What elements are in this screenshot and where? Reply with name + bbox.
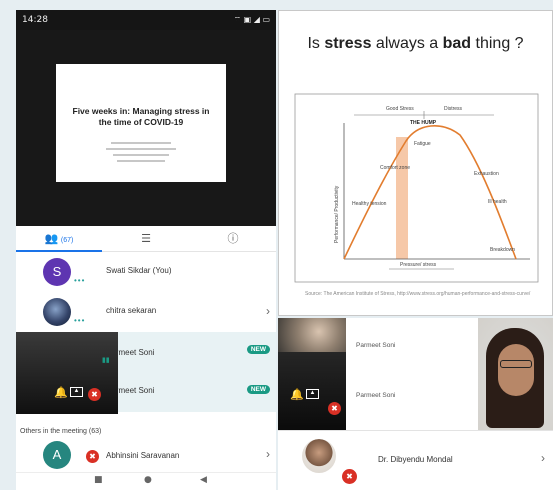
back-icon[interactable]: ◀ (200, 475, 207, 485)
participant-name: Parmeet Soni (356, 342, 396, 349)
tab-info[interactable]: ⓘ (190, 226, 276, 252)
mic-off-icon: ✖ (328, 402, 341, 415)
meet-phone-screen: 14:28 ⌔ ▣ ◢ ▭ Five weeks in: Managing st… (16, 10, 276, 490)
participant-name: Parmeet Soni (356, 392, 396, 399)
status-time: 14:28 (22, 15, 48, 25)
slide-text-line (117, 160, 165, 162)
chevron-right-icon[interactable]: › (266, 304, 270, 318)
slide-title-bold: bad (442, 35, 472, 52)
mic-off-icon: ✖ (86, 450, 99, 463)
audio-level-icon: ▮▮ (102, 356, 110, 364)
avatar (302, 439, 336, 473)
tab-chat[interactable]: ☰ (103, 226, 189, 252)
label-breakdown: Breakdown (490, 247, 515, 253)
pin-icon[interactable]: 🔔 (290, 388, 304, 401)
participant-video-tile[interactable]: ▮▮ 🔔 ▲ ✖ (16, 332, 118, 414)
status-icons: ⌔ ▣ ◢ ▭ (233, 15, 270, 24)
slide-title: Is stress always a bad thing ? (279, 35, 552, 53)
chevron-right-icon[interactable]: › (541, 451, 545, 465)
participant-name: Dr. Dibyendu Mondal (378, 455, 453, 464)
slide-text-line (111, 142, 171, 144)
label-distress: Distress (444, 106, 463, 112)
slide-text-line (113, 154, 169, 156)
label-good-stress: Good Stress (386, 106, 414, 112)
label-hump: THE HUMP (410, 120, 437, 126)
slide-title-text: Is (307, 35, 325, 52)
mic-off-icon: ✖ (342, 469, 357, 484)
avatar: S (43, 258, 71, 286)
slide-title-bold: stress (324, 35, 372, 52)
presenting-icon[interactable]: ▲ (70, 387, 83, 397)
slide-text-line (106, 148, 176, 150)
label-healthy-tension: Healthy tension (352, 201, 387, 207)
speaker-face (498, 344, 534, 396)
shared-slide: Is stress always a bad thing ? Good Stre… (278, 10, 553, 316)
label-ill-health: Ill health (488, 199, 507, 205)
y-axis-label: Performance/ Productivity (334, 185, 340, 243)
slide-source: Source: The American Institute of Stress… (305, 291, 531, 297)
new-badge: NEW (246, 345, 270, 354)
participant-video-tile[interactable]: 🔔 ▲ ✖ (278, 352, 346, 430)
participant-name: Abhinsini Saravanan (106, 451, 180, 460)
tab-people[interactable]: 👥 (67) (16, 226, 102, 252)
pin-icon[interactable]: 🔔 (54, 386, 68, 399)
recents-icon[interactable]: ■ (94, 475, 103, 485)
people-icon: 👥 (44, 232, 59, 245)
participant-row[interactable]: ••• chitra sekaran › (16, 292, 276, 332)
presenting-icon[interactable]: ▲ (306, 389, 319, 399)
new-badge: NEW (246, 385, 270, 394)
participant-thumbnail[interactable] (278, 318, 346, 352)
android-nav-bar: ■ ● ◀ (16, 472, 276, 490)
more-dots-icon: ••• (74, 316, 86, 325)
participant-row[interactable]: A ✖ Abhinsini Saravanan › (16, 438, 276, 472)
section-divider (16, 414, 276, 428)
chevron-right-icon[interactable]: › (266, 447, 270, 461)
participant-row[interactable]: ✖ Dr. Dibyendu Mondal › (278, 430, 553, 490)
participant-name: Swati Sikdar (You) (106, 266, 172, 275)
slide-title-text: thing ? (471, 35, 524, 52)
slide-title-text: always a (371, 35, 443, 52)
presentation-title: Five weeks in: Managing stress in the ti… (72, 106, 210, 127)
avatar (43, 298, 71, 326)
chat-icon: ☰ (141, 232, 151, 245)
status-bar: 14:28 ⌔ ▣ ◢ ▭ (16, 10, 276, 30)
label-exhaustion: Exhaustion (474, 171, 499, 177)
stress-curve-diagram: Good Stress Distress THE HUMP Fatigue Co… (294, 93, 539, 283)
mic-off-icon: ✖ (88, 388, 101, 401)
presentation-slide-thumbnail: Five weeks in: Managing stress in the ti… (56, 64, 226, 182)
home-icon[interactable]: ● (144, 475, 152, 485)
participant-row[interactable]: S ••• Swati Sikdar (You) (16, 252, 276, 292)
speaker-video[interactable] (478, 318, 553, 430)
tab-bar: 👥 (67) ☰ ⓘ (16, 226, 276, 252)
more-dots-icon: ••• (74, 276, 86, 285)
x-axis-label: Pressure/ stress (400, 262, 437, 268)
presentation-stage[interactable]: Five weeks in: Managing stress in the ti… (16, 30, 276, 226)
people-count: (67) (60, 237, 74, 244)
avatar: A (43, 441, 71, 469)
speaker-glasses (500, 360, 532, 368)
others-section-label: Others in the meeting (63) (20, 428, 102, 435)
info-icon: ⓘ (227, 232, 239, 245)
label-fatigue: Fatigue (414, 141, 431, 147)
label-comfort-zone: Comfort zone (380, 165, 410, 171)
participant-name: chitra sekaran (106, 306, 157, 315)
